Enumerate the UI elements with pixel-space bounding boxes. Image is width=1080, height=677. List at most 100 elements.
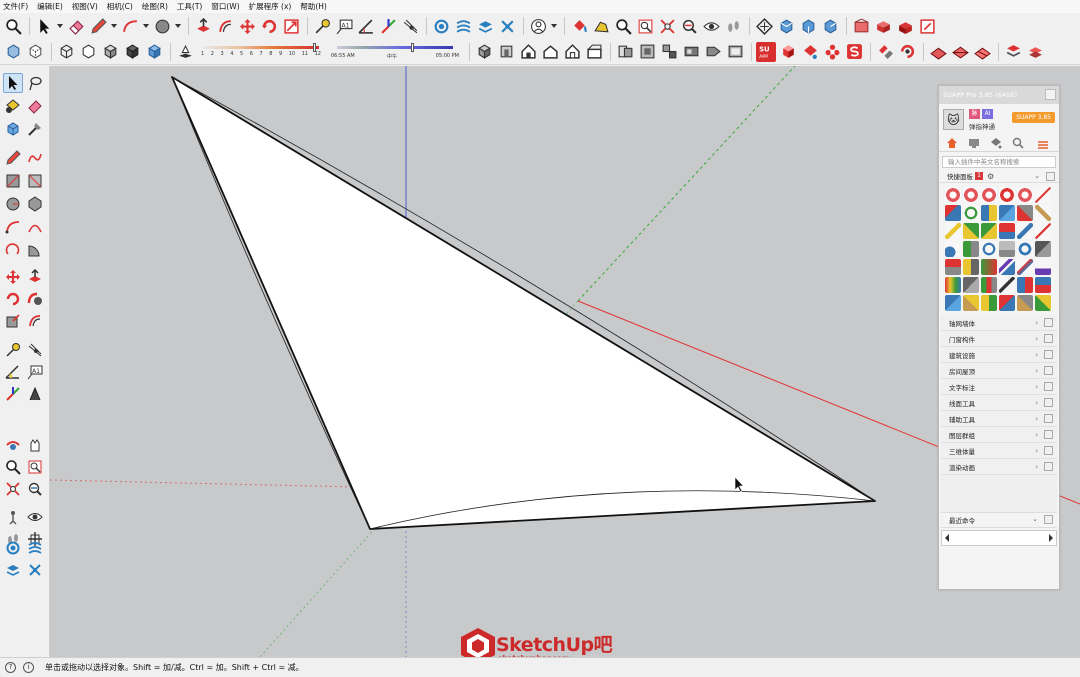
push-pull-button[interactable] — [193, 16, 213, 36]
category-item[interactable]: 辅助工具 › — [941, 411, 1057, 427]
category-item[interactable]: 图层群组 › — [941, 427, 1057, 443]
left-component-button[interactable] — [3, 119, 23, 139]
plugin-icon[interactable] — [1035, 205, 1051, 221]
plugin-search-input[interactable]: 输入插件中英文名称搜索 — [942, 156, 1056, 168]
left-rotate-button[interactable] — [3, 289, 23, 309]
protractor-button[interactable] — [356, 16, 376, 36]
pencil-button[interactable] — [88, 16, 108, 36]
plugin-icon[interactable] — [981, 295, 997, 311]
suapp-tool-9-button[interactable] — [972, 42, 992, 62]
popout-icon[interactable] — [1044, 430, 1053, 439]
suapp-tool-11-button[interactable] — [1025, 42, 1045, 62]
plugin-icon[interactable] — [1017, 277, 1033, 293]
gear-icon[interactable]: ⚙ — [987, 172, 994, 181]
plugin-icon[interactable] — [963, 241, 979, 257]
explode-button[interactable] — [659, 42, 679, 62]
suapp-tool-6-button[interactable] — [897, 42, 917, 62]
shaded-textures-button[interactable] — [122, 42, 142, 62]
axes-button[interactable] — [378, 16, 398, 36]
suapp-badge-ai[interactable]: AI — [982, 109, 993, 119]
left-text-button[interactable]: A1 — [25, 362, 45, 382]
quick-panel-header[interactable]: 快捷面板 1 ⚙ ⌄ — [939, 170, 1059, 183]
suapp-tool-8-button[interactable] — [950, 42, 970, 62]
left-select-button[interactable] — [3, 73, 23, 93]
chevron-down-icon[interactable]: ⌄ — [1032, 515, 1038, 523]
scene-button[interactable] — [725, 42, 745, 62]
section-button[interactable] — [497, 16, 517, 36]
left-zoomextents-button[interactable] — [3, 479, 23, 499]
back-house-button[interactable] — [562, 42, 582, 62]
plugin-icon[interactable] — [999, 223, 1015, 239]
plugin-icon[interactable] — [1035, 223, 1051, 239]
plugin-icon[interactable] — [999, 295, 1015, 311]
footprints-button[interactable] — [723, 16, 743, 36]
info-icon[interactable]: i — [23, 662, 34, 673]
tape-measure-button[interactable] — [312, 16, 332, 36]
category-item[interactable]: 轴网墙体 › — [941, 315, 1057, 331]
suapp-close-button[interactable] — [1045, 89, 1056, 100]
suapp-version-badge[interactable]: SUAPP 3.85 — [1012, 112, 1055, 123]
xray-button[interactable] — [3, 42, 23, 62]
pan-button[interactable] — [453, 16, 473, 36]
left-3dtext-button[interactable] — [25, 384, 45, 404]
left-freehand-button[interactable] — [25, 148, 45, 168]
plugin-icon[interactable] — [981, 187, 997, 203]
popout-icon[interactable] — [1044, 446, 1053, 455]
arc-button[interactable] — [120, 16, 140, 36]
tab-home[interactable] — [942, 135, 962, 151]
views-iso-button[interactable] — [754, 16, 774, 36]
menu-file[interactable]: 文件(F) — [3, 0, 28, 13]
left-polygon-button[interactable] — [25, 194, 45, 214]
suapp-logo-button[interactable]: SU APP — [756, 41, 776, 62]
left-line-button[interactable] — [3, 148, 23, 168]
left-offset-button[interactable] — [25, 311, 45, 331]
select-dropdown[interactable] — [56, 16, 63, 36]
plugin-icon[interactable] — [1017, 187, 1033, 203]
left-section2-button[interactable] — [25, 560, 45, 580]
category-item[interactable]: 三维体量 › — [941, 443, 1057, 459]
orbit-button[interactable] — [431, 16, 451, 36]
left-pushpull-button[interactable] — [25, 267, 45, 287]
views-top-button[interactable] — [776, 16, 796, 36]
menu-window[interactable]: 窗口(W) — [211, 0, 239, 13]
eraser-button[interactable] — [66, 16, 86, 36]
user-button[interactable] — [528, 16, 548, 36]
offset-button[interactable] — [215, 16, 235, 36]
plugin-icon[interactable] — [1035, 277, 1051, 293]
hidden-line-button[interactable] — [78, 42, 98, 62]
left-circle-button[interactable] — [3, 194, 23, 214]
plugin-icon[interactable] — [963, 223, 979, 239]
shaded-button[interactable] — [100, 42, 120, 62]
paint-bucket-button[interactable] — [569, 16, 589, 36]
chevron-down-icon[interactable]: ⌄ — [1034, 172, 1040, 180]
plugin-icon[interactable] — [1035, 295, 1051, 311]
left-scale-button[interactable] — [3, 311, 23, 331]
plugin-icon[interactable] — [945, 223, 961, 239]
suapp-tool-1-button[interactable] — [778, 42, 798, 62]
plugin-icon[interactable] — [981, 223, 997, 239]
shape-button[interactable] — [152, 16, 172, 36]
left-paint-button[interactable] — [3, 96, 23, 116]
monochrome-button[interactable] — [144, 42, 164, 62]
zoom-window-button[interactable] — [635, 16, 655, 36]
left-eraser-button[interactable] — [25, 96, 45, 116]
left-walk2-button[interactable] — [3, 560, 23, 580]
left-arc-button[interactable] — [3, 217, 23, 237]
plugin-icon[interactable] — [1017, 205, 1033, 221]
plugin-icon[interactable] — [999, 241, 1015, 257]
tab-monitor[interactable] — [964, 135, 984, 151]
share-model-button[interactable] — [895, 16, 915, 36]
category-item[interactable]: 房间屋顶 › — [941, 363, 1057, 379]
extension-warehouse-button[interactable] — [873, 16, 893, 36]
left-prevview-button[interactable] — [25, 479, 45, 499]
walk-button[interactable] — [475, 16, 495, 36]
popout-icon[interactable] — [1044, 382, 1053, 391]
plugin-icon[interactable] — [1017, 259, 1033, 275]
plugin-icon[interactable] — [945, 187, 961, 203]
plugin-icon[interactable] — [981, 277, 997, 293]
left-tape2-button[interactable] — [3, 340, 23, 360]
left-axes-button[interactable] — [3, 384, 23, 404]
rotate-button[interactable] — [259, 16, 279, 36]
model-viewport[interactable] — [50, 66, 1080, 657]
text-button[interactable]: A1 — [334, 16, 354, 36]
